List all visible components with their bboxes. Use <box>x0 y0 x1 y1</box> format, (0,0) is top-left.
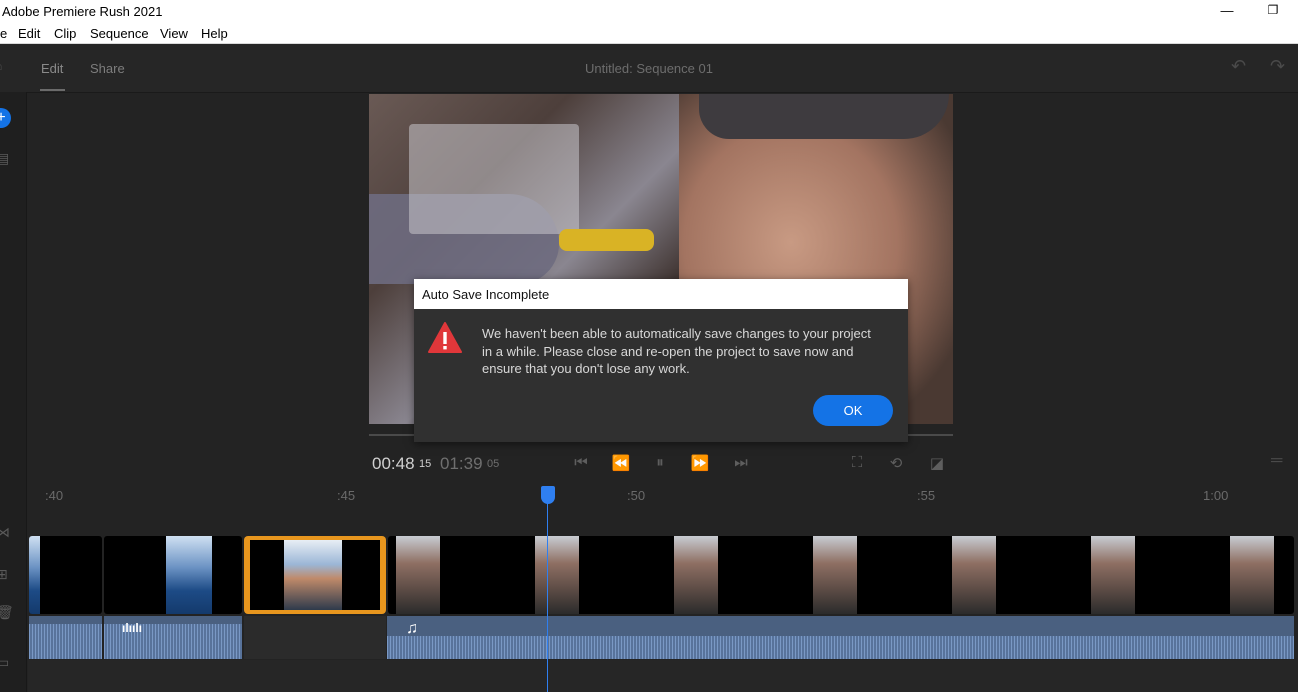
clip-thumbnail <box>166 536 212 614</box>
clip-thumbnail <box>1230 536 1274 614</box>
preview-helmet <box>699 94 949 139</box>
timeline-ruler[interactable]: :40 :45 :50 :55 1:00 <box>28 484 1298 508</box>
current-timecode-frames: 15 <box>419 458 432 470</box>
go-to-start-icon[interactable]: ⏮ <box>571 454 591 471</box>
music-note-icon: ♫ <box>406 620 418 637</box>
clip-thumbnail <box>535 536 579 614</box>
audio-clip[interactable] <box>29 616 102 659</box>
step-forward-icon[interactable]: ⏩ <box>690 454 710 472</box>
preview-background <box>409 124 579 234</box>
menu-clip[interactable]: Clip <box>54 26 76 41</box>
dialog-message: We haven't been able to automatically sa… <box>482 326 871 376</box>
ruler-tick: :40 <box>45 488 64 503</box>
track-controls-icon[interactable]: ▭ <box>0 654 9 671</box>
video-clip[interactable] <box>388 536 1294 614</box>
playhead-handle[interactable] <box>541 486 555 504</box>
restore-icon[interactable]: ❐ <box>1264 3 1282 19</box>
minimize-icon[interactable]: — <box>1218 3 1236 19</box>
window-title: Adobe Premiere Rush 2021 <box>2 4 163 19</box>
loop-icon[interactable]: ⟲ <box>886 454 906 472</box>
voiceover-waveform-icon: ılıılı <box>122 621 143 635</box>
menu-view[interactable]: View <box>160 26 188 41</box>
clip-thumbnail <box>674 536 718 614</box>
go-to-end-icon[interactable]: ⏭ <box>731 454 751 471</box>
warning-triangle-icon <box>428 322 462 353</box>
audio-gap <box>244 616 386 659</box>
menu-file[interactable]: e <box>0 26 7 41</box>
menu-help[interactable]: Help <box>201 26 228 41</box>
music-audio-clip[interactable] <box>387 616 1294 659</box>
auto-save-dialog: Auto Save Incomplete We haven't been abl… <box>414 279 908 442</box>
ruler-tick: :50 <box>627 488 646 503</box>
dialog-title-bar: Auto Save Incomplete <box>414 279 908 309</box>
fit-frame-icon[interactable]: ⛶ <box>847 454 867 471</box>
empty-track <box>28 660 1298 692</box>
ruler-tick: :45 <box>337 488 356 503</box>
video-clip[interactable] <box>29 536 102 614</box>
app-header: ⌂ Edit Share Untitled: Sequence 01 ↶ ↷ <box>0 44 1298 93</box>
step-back-icon[interactable]: ⏪ <box>611 454 631 472</box>
menu-lines-icon[interactable]: ═ <box>1271 452 1282 470</box>
share-node-icon[interactable]: ⋈ <box>0 524 10 541</box>
ok-button[interactable]: OK <box>813 395 893 426</box>
ruler-tick: :55 <box>917 488 936 503</box>
menu-sequence[interactable]: Sequence <box>90 26 149 41</box>
playhead-line <box>547 500 548 692</box>
preview-yellow-object <box>559 229 654 251</box>
audio-waveform <box>387 636 1294 659</box>
active-tab-indicator <box>40 89 65 91</box>
undo-icon[interactable]: ↶ <box>1231 56 1246 77</box>
selected-clip-frame <box>250 540 380 610</box>
menu-bar: e Edit Clip Sequence View Help <box>0 23 1298 44</box>
audio-waveform <box>29 624 102 659</box>
clip-thumbnail <box>952 536 996 614</box>
total-duration: 01:39 <box>440 454 483 473</box>
aspect-ratio-icon[interactable]: ◪ <box>927 454 947 472</box>
add-track-icon[interactable]: ⊞ <box>0 566 8 583</box>
sequence-title: Untitled: Sequence 01 <box>585 61 713 76</box>
clip-thumbnail <box>396 536 440 614</box>
dialog-title: Auto Save Incomplete <box>422 287 550 302</box>
clip-thumbnail <box>284 540 342 610</box>
window-titlebar: Adobe Premiere Rush 2021 — ❐ <box>0 0 1298 23</box>
project-assets-icon[interactable]: ▤ <box>0 150 9 167</box>
clip-thumbnail <box>813 536 857 614</box>
total-duration-frames: 05 <box>487 458 500 470</box>
add-media-icon[interactable]: + <box>0 108 11 128</box>
redo-icon[interactable]: ↷ <box>1270 56 1285 77</box>
clip-thumbnail <box>1091 536 1135 614</box>
current-timecode: 00:48 <box>372 454 415 473</box>
ruler-tick: 1:00 <box>1203 488 1229 503</box>
left-toolbar: + ▤ ⋈ ⊞ 🗑 ▭ <box>0 92 27 692</box>
pause-icon[interactable]: ⏸ <box>650 454 670 471</box>
clip-thumbnail <box>29 536 40 614</box>
menu-edit[interactable]: Edit <box>18 26 40 41</box>
video-clip[interactable] <box>104 536 242 614</box>
trash-icon[interactable]: 🗑 <box>0 604 14 621</box>
